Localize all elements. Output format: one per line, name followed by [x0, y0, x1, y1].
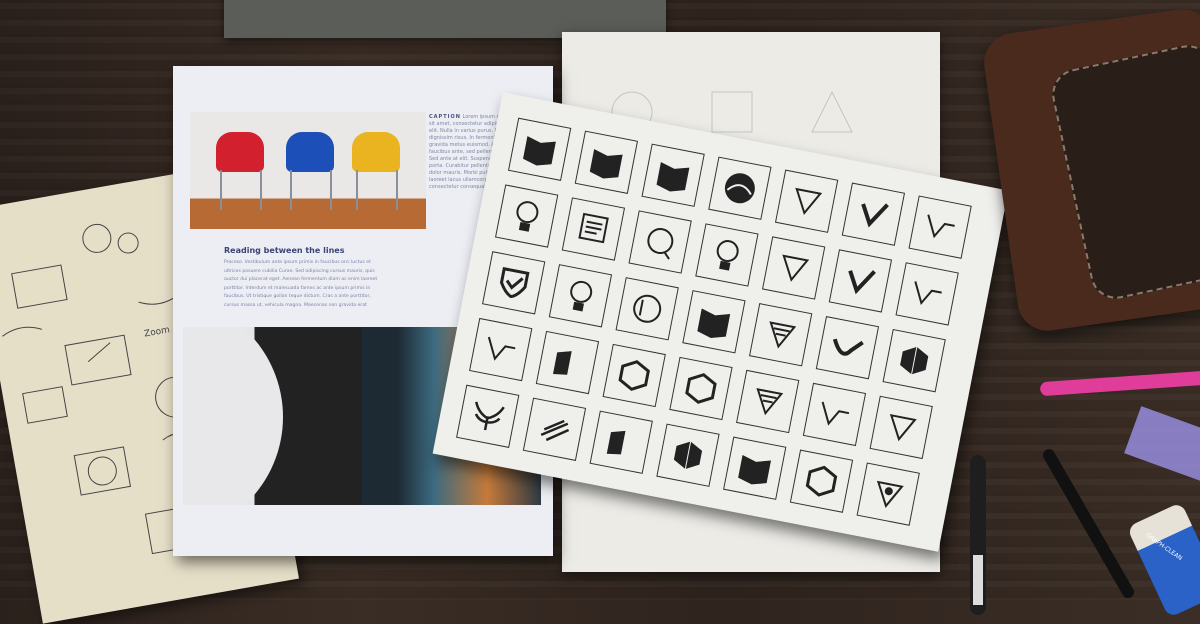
chairs-photo: [190, 112, 426, 229]
sketch-cell: [548, 264, 613, 328]
sketch-cell: [641, 143, 705, 207]
chat-bubble-icon: [647, 228, 674, 260]
v-mark-icon: [927, 214, 955, 239]
article-body: Proceso. Vestibulum ante ipsum primis in…: [224, 260, 378, 308]
book-icon: [697, 308, 731, 338]
book-icon: [656, 162, 690, 192]
triangle-icon: [782, 254, 810, 282]
v-mark-icon: [821, 401, 850, 426]
book-icon: [523, 136, 556, 166]
shield-check-icon: [499, 266, 530, 299]
sketch-cell: [856, 462, 920, 526]
bulb-icon: [516, 201, 539, 232]
bulb-icon: [716, 240, 739, 271]
sketch-cell: [535, 330, 600, 395]
sketch-cell: [869, 395, 933, 460]
sketch-cell: [828, 249, 893, 313]
article-heading: Reading between the lines: [224, 246, 345, 255]
sketch-cell: [574, 130, 639, 194]
leaf-stripes-icon: [540, 419, 570, 442]
triangle-stripes-icon: [756, 388, 784, 416]
document-bubble-icon: [578, 212, 609, 244]
leaf-circle-icon: [724, 173, 755, 204]
check-v-icon: [861, 203, 889, 228]
notebook-note: Zoom: [143, 325, 170, 339]
triangle-icon: [889, 414, 917, 442]
sketch-cell: [723, 436, 787, 500]
sketch-cell: [708, 156, 772, 220]
bulb-icon: [570, 280, 593, 312]
sketch-cell: [589, 410, 653, 474]
sketch-cell: [736, 369, 800, 434]
sketch-cell: [895, 262, 959, 326]
sketch-cell: [522, 397, 587, 461]
sketch-cell: [789, 449, 854, 513]
cube-icon: [900, 346, 929, 375]
check-v-icon: [848, 270, 876, 295]
hexagon-icon: [805, 465, 838, 497]
check-leaf-icon: [832, 338, 864, 356]
v-mark-icon: [914, 281, 942, 306]
triangle-circle-icon: [876, 480, 904, 508]
sketch-cell: [602, 343, 666, 408]
face-icon: [633, 294, 662, 323]
sketch-cell: [494, 184, 559, 248]
plant-icon: [474, 401, 505, 431]
sketch-cell: [802, 382, 867, 447]
triangle-icon: [795, 187, 823, 216]
sketch-cell: [482, 251, 546, 315]
sketch-cell: [841, 182, 906, 246]
triangle-stripes-icon: [769, 321, 797, 349]
sketch-cell: [469, 317, 533, 382]
sketch-cell: [908, 195, 972, 259]
box-icon: [553, 351, 572, 375]
cube-icon: [673, 441, 703, 470]
sketch-cell: [682, 290, 746, 354]
book-icon: [589, 149, 623, 179]
v-mark-icon: [487, 336, 516, 361]
sketch-cell: [656, 423, 720, 487]
sketch-cell: [882, 329, 946, 393]
hexagon-icon: [685, 373, 717, 404]
box-icon: [606, 430, 626, 455]
sketch-cell: [815, 316, 880, 380]
black-marker: [970, 455, 986, 615]
icon-grid: [456, 117, 972, 526]
sketch-cell: [628, 210, 692, 274]
sketch-cell: [761, 236, 826, 300]
sketch-cell: [456, 384, 520, 448]
hexagon-icon: [618, 360, 650, 391]
sketch-cell: [749, 303, 813, 367]
sketch-cell: [561, 197, 626, 261]
sketch-cell: [774, 169, 839, 233]
sketch-cell: [507, 117, 572, 181]
sketch-cell: [695, 223, 759, 287]
sketch-cell: [615, 277, 679, 341]
book-icon: [738, 454, 771, 485]
caption-label: CAPTION: [429, 114, 461, 120]
sketch-cell: [669, 356, 733, 421]
